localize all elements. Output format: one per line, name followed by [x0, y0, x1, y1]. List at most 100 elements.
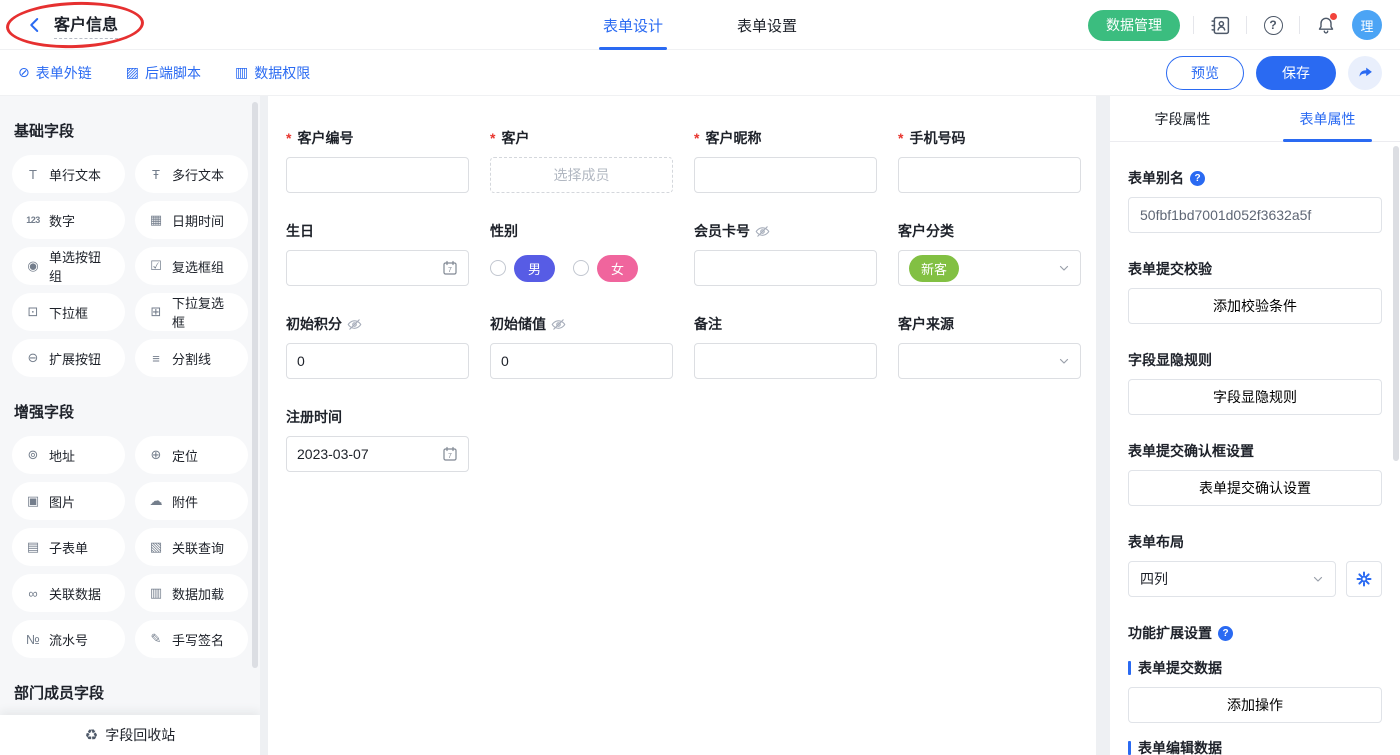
tab-form-settings[interactable]: 表单设置	[733, 0, 801, 50]
required-mark: *	[898, 130, 903, 146]
field-initial-balance[interactable]: 初始储值 0	[490, 314, 673, 379]
member-card-input[interactable]	[694, 250, 877, 286]
birthday-date-input[interactable]: 7	[286, 250, 469, 286]
data-permission-link[interactable]: ▥ 数据权限	[235, 63, 310, 83]
field-item-single-line-text[interactable]: T单行文本	[12, 155, 125, 193]
layout-select[interactable]: 四列	[1128, 561, 1336, 597]
submit-data-add-button[interactable]: 添加操作	[1128, 687, 1382, 723]
gear-icon	[1356, 571, 1372, 587]
field-item-linked-query[interactable]: ▧关联查询	[135, 528, 248, 566]
field-item-subform[interactable]: ▤子表单	[12, 528, 125, 566]
extension-help-icon[interactable]: ?	[1218, 626, 1233, 641]
input-value: 0	[501, 353, 662, 369]
customer-no-input[interactable]	[286, 157, 469, 193]
chevron-down-icon	[1058, 355, 1070, 367]
field-item-extend-button[interactable]: ⊖扩展按钮	[12, 339, 125, 377]
field-customer-nickname[interactable]: *客户昵称	[694, 128, 877, 193]
field-item-divider-line[interactable]: ≡分割线	[135, 339, 248, 377]
calendar-icon: 7	[442, 260, 458, 276]
sidebar-scrollbar[interactable]	[252, 102, 258, 668]
field-item-address[interactable]: ⊚地址	[12, 436, 125, 474]
gender-male-pill[interactable]: 男	[514, 255, 555, 282]
address-pin-icon: ⊚	[24, 447, 42, 463]
customer-nickname-input[interactable]	[694, 157, 877, 193]
field-birthday[interactable]: 生日 7	[286, 221, 469, 286]
customer-category-select[interactable]: 新客	[898, 250, 1081, 286]
field-item-signature[interactable]: ✎手写签名	[135, 620, 248, 658]
field-item-checkbox-group[interactable]: ☑复选框组	[135, 247, 248, 285]
field-item-label: 子表单	[49, 538, 88, 557]
field-item-radio-group[interactable]: ◉ 单选按钮组	[12, 247, 125, 285]
field-item-datetime[interactable]: ▦日期时间	[135, 201, 248, 239]
field-register-time[interactable]: 注册时间 2023-03-07 7	[286, 407, 469, 472]
select-member-button[interactable]: 选择成员	[490, 157, 673, 193]
field-item-linked-data[interactable]: ∞关联数据	[12, 574, 125, 612]
help-icon[interactable]: ?	[1260, 12, 1286, 38]
field-item-location[interactable]: ⊕定位	[135, 436, 248, 474]
add-validation-button[interactable]: 添加校验条件	[1128, 288, 1382, 324]
tab-form-properties[interactable]: 表单属性	[1255, 96, 1400, 141]
register-time-input[interactable]: 2023-03-07 7	[286, 436, 469, 472]
datetime-icon: ▦	[147, 212, 165, 228]
field-member-card-no[interactable]: 会员卡号	[694, 221, 877, 286]
field-label: 客户昵称	[705, 128, 761, 148]
initial-balance-input[interactable]: 0	[490, 343, 673, 379]
alias-help-icon[interactable]: ?	[1190, 171, 1205, 186]
field-item-multi-line-text[interactable]: Ŧ多行文本	[135, 155, 248, 193]
field-item-dropdown[interactable]: ⊡下拉框	[12, 293, 125, 331]
app-header: 客户信息 表单设计 表单设置 数据管理 ? 理	[0, 0, 1400, 50]
initial-points-input[interactable]: 0	[286, 343, 469, 379]
backend-script-link[interactable]: ▨ 后端脚本	[126, 63, 201, 83]
field-customer-category[interactable]: 客户分类 新客	[898, 221, 1081, 286]
field-gender[interactable]: 性别 男 女	[490, 221, 673, 286]
tab-field-properties[interactable]: 字段属性	[1110, 96, 1255, 141]
tab-form-design[interactable]: 表单设计	[599, 0, 667, 50]
field-item-multi-dropdown[interactable]: ⊞下拉复选框	[135, 293, 248, 331]
radio-group-icon: ◉	[24, 258, 42, 274]
remark-input[interactable]	[694, 343, 877, 379]
field-label: 初始积分	[286, 314, 342, 334]
field-initial-points[interactable]: 初始积分 0	[286, 314, 469, 379]
user-avatar[interactable]: 理	[1352, 10, 1382, 40]
field-customer-no[interactable]: *客户编号	[286, 128, 469, 193]
notification-bell-icon[interactable]	[1313, 12, 1339, 38]
submit-confirm-button[interactable]: 表单提交确认设置	[1128, 470, 1382, 506]
field-label: 注册时间	[286, 407, 342, 427]
link-label: 后端脚本	[145, 63, 201, 83]
gender-male-radio[interactable]	[490, 260, 506, 276]
form-external-link[interactable]: ⊘ 表单外链	[18, 63, 92, 83]
save-button[interactable]: 保存	[1256, 56, 1336, 90]
field-remark[interactable]: 备注	[694, 314, 877, 379]
customer-source-select[interactable]	[898, 343, 1081, 379]
field-item-attachment[interactable]: ☁附件	[135, 482, 248, 520]
field-mobile-number[interactable]: *手机号码	[898, 128, 1081, 193]
gender-female-pill[interactable]: 女	[597, 255, 638, 282]
field-item-serial-number[interactable]: №流水号	[12, 620, 125, 658]
layout-settings-button[interactable]	[1346, 561, 1382, 597]
extension-settings-label: 功能扩展设置	[1128, 623, 1212, 643]
field-item-number[interactable]: 123数字	[12, 201, 125, 239]
field-label: 客户分类	[898, 221, 954, 241]
svg-text:7: 7	[448, 453, 452, 460]
field-item-data-load[interactable]: ▥数据加载	[135, 574, 248, 612]
share-button[interactable]	[1348, 56, 1382, 90]
field-item-image[interactable]: ▣图片	[12, 482, 125, 520]
linked-query-icon: ▧	[147, 539, 165, 555]
field-recycle-bin[interactable]: ♻ 字段回收站	[0, 715, 260, 755]
panel-scrollbar[interactable]	[1393, 146, 1399, 461]
field-visibility-button[interactable]: 字段显隐规则	[1128, 379, 1382, 415]
preview-button[interactable]: 预览	[1166, 56, 1244, 90]
contacts-book-icon[interactable]	[1207, 12, 1233, 38]
data-manage-button[interactable]: 数据管理	[1088, 10, 1180, 41]
field-item-label: 单选按钮组	[49, 247, 113, 285]
linked-data-icon: ∞	[24, 586, 42, 601]
mobile-number-input[interactable]	[898, 157, 1081, 193]
section-marker	[1128, 661, 1131, 675]
field-item-label: 下拉框	[49, 303, 88, 322]
field-customer-source[interactable]: 客户来源	[898, 314, 1081, 379]
chevron-down-icon	[1058, 262, 1070, 274]
form-alias-input[interactable]: 50fbf1bd7001d052f3632a5f	[1128, 197, 1382, 233]
link-label: 数据权限	[254, 63, 310, 83]
field-customer[interactable]: *客户 选择成员	[490, 128, 673, 193]
gender-female-radio[interactable]	[573, 260, 589, 276]
